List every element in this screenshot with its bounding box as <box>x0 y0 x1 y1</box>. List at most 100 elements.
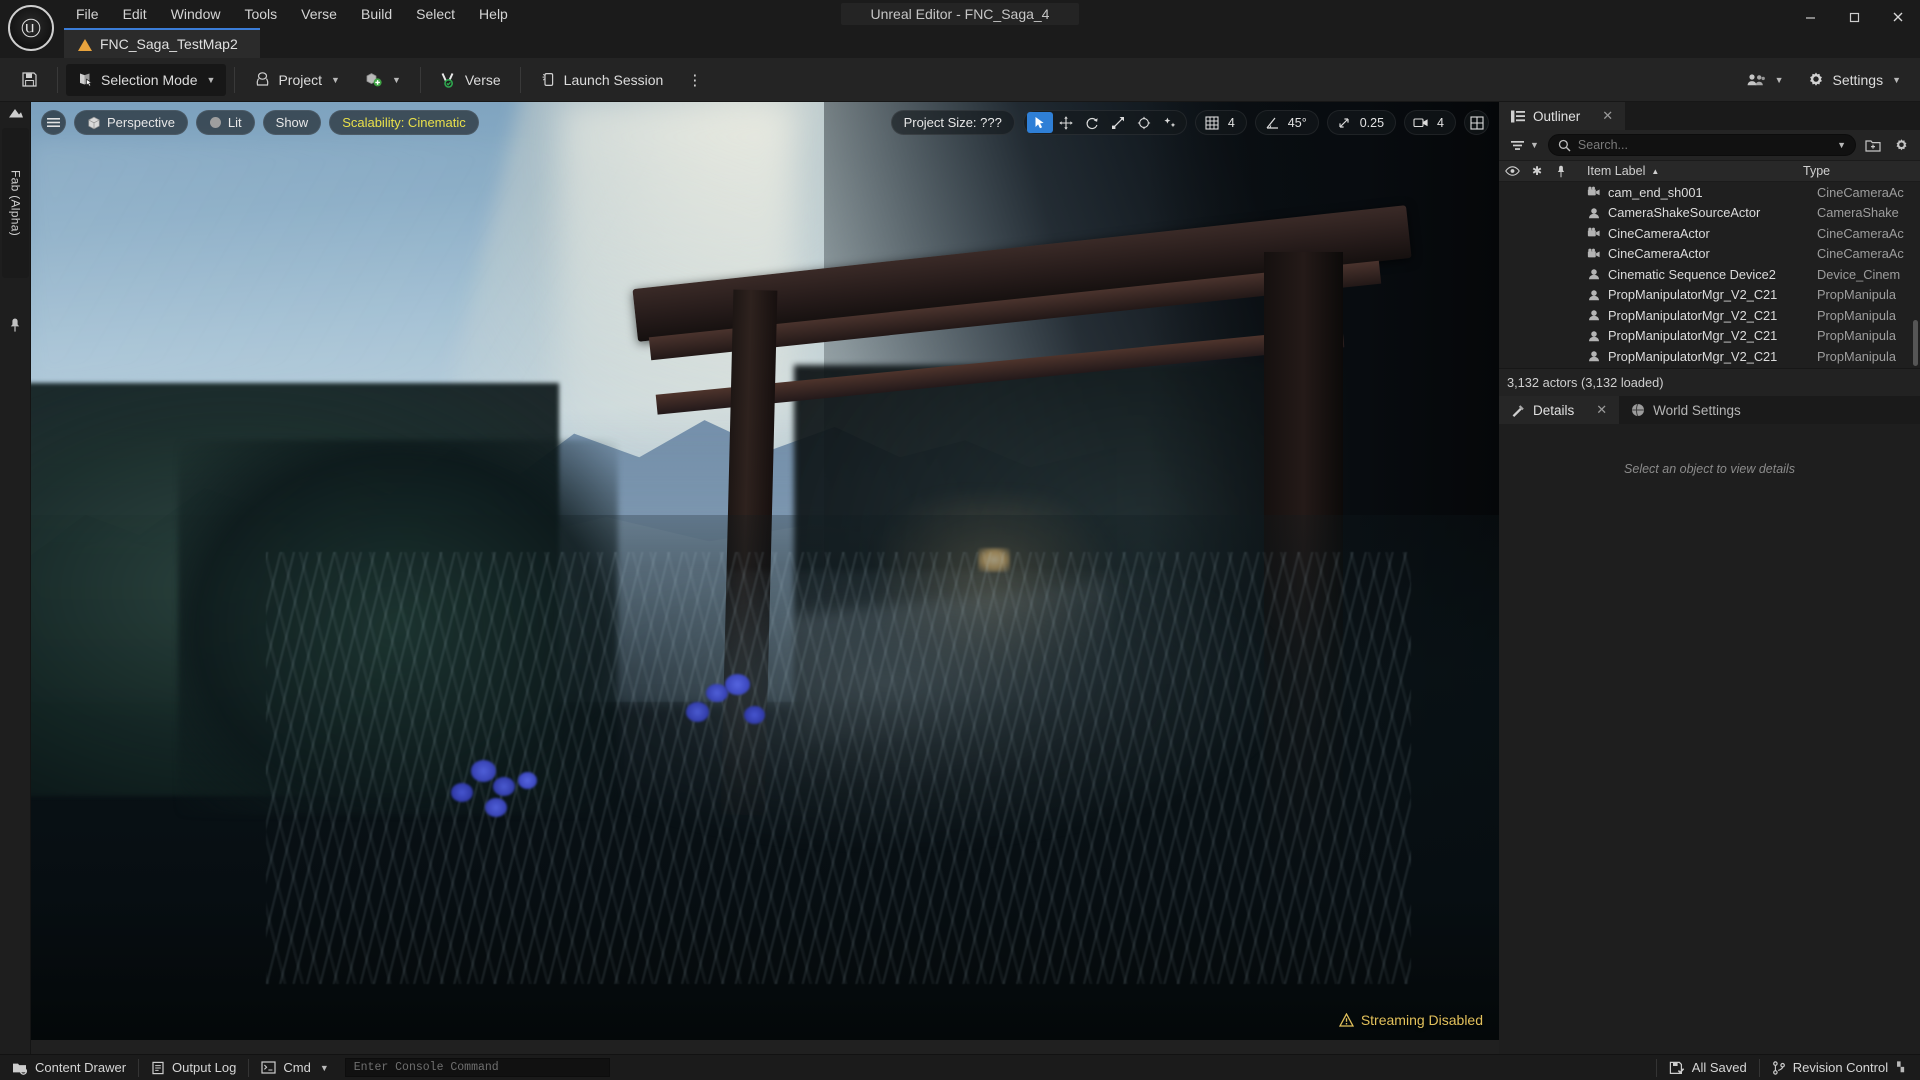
select-tool-button[interactable] <box>1026 112 1053 133</box>
table-row[interactable]: cam_end_sh001 CineCameraAc <box>1499 182 1920 203</box>
chevron-down-icon-cmd: ▼ <box>319 1062 329 1073</box>
coordinate-system-button[interactable] <box>1131 112 1157 133</box>
table-row[interactable]: PropManipulatorMgr_V2_C21 PropManipula <box>1499 367 1920 369</box>
move-arrows-icon <box>1059 115 1073 130</box>
menu-select[interactable]: Select <box>404 3 467 25</box>
scale-snap-value[interactable]: 0.25 <box>1357 116 1392 130</box>
menu-file[interactable]: File <box>64 3 111 25</box>
translate-tool-button[interactable] <box>1053 112 1079 133</box>
camera-speed-toggle[interactable] <box>1408 112 1434 133</box>
outliner-row-type: CineCameraAc <box>1817 246 1904 262</box>
viewport-scalability-button[interactable]: Scalability: Cinematic <box>329 110 479 135</box>
tab-fnc-saga-testmap2[interactable]: FNC_Saga_TestMap2 <box>64 28 260 58</box>
scalability-label: Scalability: Cinematic <box>342 115 466 130</box>
outliner-search-box[interactable]: ▼ <box>1547 134 1856 156</box>
all-saved-button[interactable]: All Saved <box>1657 1055 1759 1080</box>
viewport-viewmode-button[interactable]: Lit <box>195 110 255 135</box>
outliner-settings-button[interactable] <box>1890 134 1912 156</box>
sort-ascending-icon: ▲ <box>1651 166 1660 176</box>
outliner-row-type: CineCameraAc <box>1817 225 1904 241</box>
table-row[interactable]: PropManipulatorMgr_V2_C21 PropManipula <box>1499 305 1920 326</box>
perspective-label: Perspective <box>107 115 175 130</box>
console-command-box[interactable] <box>344 1058 610 1077</box>
content-drawer-button[interactable]: Content Drawer <box>0 1055 138 1080</box>
details-close-icon[interactable]: ✕ <box>1596 402 1607 418</box>
chevron-down-icon-project: ▼ <box>331 74 340 85</box>
tab-world-settings[interactable]: World Settings <box>1619 396 1753 424</box>
viewport-perspective-button[interactable]: Perspective <box>74 110 188 135</box>
place-actors-icon[interactable] <box>8 108 24 124</box>
level-viewport[interactable]: Perspective Lit Show Scalability: Cinema… <box>31 102 1499 1040</box>
table-row[interactable]: Cinematic Sequence Device2 Device_Cinem <box>1499 264 1920 285</box>
launch-session-button[interactable]: Launch Session <box>529 64 675 96</box>
outliner-new-folder-button[interactable] <box>1862 134 1884 156</box>
output-log-button[interactable]: Output Log <box>139 1055 248 1080</box>
menu-tools[interactable]: Tools <box>232 3 289 25</box>
menu-help[interactable]: Help <box>467 3 520 25</box>
selection-mode-button[interactable]: Selection Mode ▼ <box>66 63 227 96</box>
fab-sidebar-tab[interactable]: Fab (Alpha) <box>2 128 29 278</box>
viewport-layouts-button[interactable] <box>1464 110 1489 135</box>
surface-snap-button[interactable] <box>1157 112 1183 133</box>
scale-tool-button[interactable] <box>1105 112 1131 133</box>
close-button[interactable] <box>1876 0 1920 34</box>
users-button[interactable]: ▼ <box>1735 64 1795 96</box>
column-pin[interactable] <box>1549 165 1573 178</box>
menu-verse[interactable]: Verse <box>289 3 349 25</box>
table-row[interactable]: CineCameraActor CineCameraAc <box>1499 244 1920 265</box>
save-button[interactable] <box>10 64 49 96</box>
rotate-tool-button[interactable] <box>1079 112 1105 133</box>
warning-triangle-icon-streaming <box>1338 1013 1354 1027</box>
settings-button[interactable]: Settings ▼ <box>1796 64 1912 96</box>
table-row[interactable]: CameraShakeSourceActor CameraShake <box>1499 203 1920 224</box>
outliner-close-icon[interactable]: ✕ <box>1602 108 1613 124</box>
add-actor-button[interactable]: ▼ <box>353 64 412 96</box>
unreal-logo-icon[interactable] <box>8 5 54 51</box>
launch-options-button[interactable]: ⋮ <box>676 64 714 96</box>
chevron-down-icon-search[interactable]: ▼ <box>1837 140 1846 150</box>
cmd-button[interactable]: Cmd ▼ <box>249 1055 340 1080</box>
table-row[interactable]: PropManipulatorMgr_V2_C21 PropManipula <box>1499 346 1920 367</box>
column-type[interactable]: Type <box>1803 164 1920 178</box>
menu-build[interactable]: Build <box>349 3 404 25</box>
outliner-filter-button[interactable]: ▼ <box>1507 139 1542 152</box>
table-row[interactable]: CineCameraActor CineCameraAc <box>1499 223 1920 244</box>
project-size-indicator[interactable]: Project Size: ??? <box>890 110 1015 135</box>
maximize-button[interactable] <box>1832 0 1876 34</box>
grid-snap-value[interactable]: 4 <box>1225 116 1243 130</box>
revision-control-button[interactable]: Revision Control ▚ <box>1760 1055 1916 1080</box>
console-command-input[interactable] <box>353 1061 601 1074</box>
tab-details[interactable]: Details ✕ <box>1499 396 1620 424</box>
grid-snap-group: 4 <box>1194 110 1247 135</box>
verse-button[interactable]: Verse <box>429 64 512 96</box>
outliner-scrollbar[interactable] <box>1913 320 1918 366</box>
outliner-search-bar: ▼ ▼ <box>1499 130 1920 160</box>
table-row[interactable]: PropManipulatorMgr_V2_C21 PropManipula <box>1499 326 1920 347</box>
outliner-list[interactable]: cam_end_sh001 CineCameraAc CameraShakeSo… <box>1499 182 1920 368</box>
camera-speed-value[interactable]: 4 <box>1434 116 1452 130</box>
scale-snap-toggle[interactable] <box>1331 112 1357 133</box>
grid-snap-toggle[interactable] <box>1199 112 1225 133</box>
outliner-row-type: CameraShake <box>1817 205 1899 221</box>
angle-snap-toggle[interactable] <box>1259 112 1285 133</box>
table-row[interactable]: PropManipulatorMgr_V2_C21 PropManipula <box>1499 285 1920 306</box>
outliner-row-label-wrap: PropManipulatorMgr_V2_C21 <box>1587 287 1817 302</box>
diagonal-arrow-icon <box>1339 117 1349 128</box>
new-folder-icon <box>1865 140 1881 152</box>
project-button[interactable]: Project ▼ <box>243 64 351 96</box>
menu-edit[interactable]: Edit <box>111 3 159 25</box>
world-settings-tab-label: World Settings <box>1653 402 1741 418</box>
outliner-row-label-wrap: Cinematic Sequence Device2 <box>1587 267 1817 282</box>
pin-icon[interactable] <box>8 317 24 333</box>
minimize-button[interactable] <box>1788 0 1832 34</box>
column-star[interactable]: ✱ <box>1525 164 1549 178</box>
outliner-search-input[interactable] <box>1577 138 1829 152</box>
angle-snap-value[interactable]: 45° <box>1285 116 1315 130</box>
tab-outliner[interactable]: Outliner ✕ <box>1499 102 1626 130</box>
column-item-label[interactable]: Item Label ▲ <box>1573 164 1803 178</box>
column-visibility[interactable] <box>1499 166 1525 176</box>
menu-window[interactable]: Window <box>159 3 233 25</box>
settings-label: Settings <box>1832 72 1884 88</box>
viewport-options-button[interactable] <box>41 110 66 135</box>
viewport-show-button[interactable]: Show <box>262 110 322 135</box>
